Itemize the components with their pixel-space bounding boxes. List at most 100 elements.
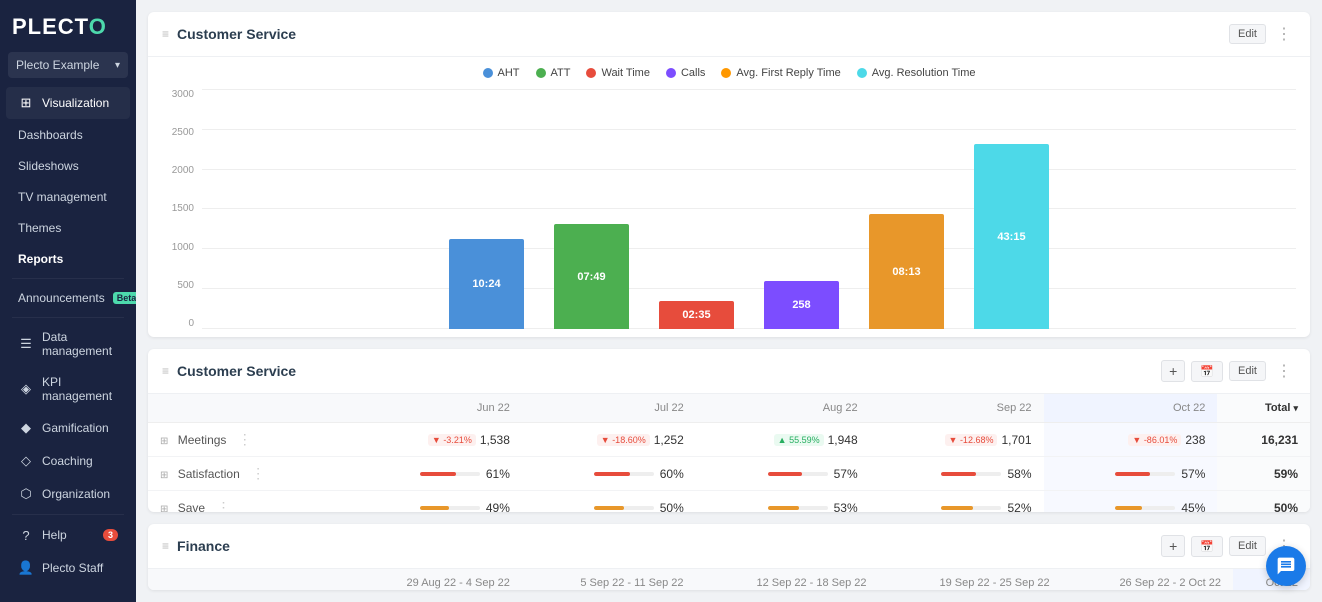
sidebar-item-data-management[interactable]: ☰ Data management (6, 322, 130, 366)
chart-container: AHT ATT Wait Time Calls Avg. First Reply… (148, 57, 1310, 337)
finance-calendar-button[interactable]: 📅 (1191, 536, 1223, 557)
y-axis: 3000 2500 2000 1500 1000 500 0 (162, 89, 200, 329)
legend-att: ATT (536, 67, 571, 79)
y-500: 500 (162, 280, 194, 291)
aht-label: AHT (498, 67, 520, 79)
finance-col-2: 5 Sep 22 - 11 Sep 22 (522, 569, 696, 590)
themes-label: Themes (18, 221, 61, 235)
sidebar-item-organization[interactable]: ⬡ Organization (6, 478, 130, 510)
sidebar-item-tv-management[interactable]: TV management (6, 182, 130, 212)
expand-satisfaction[interactable]: ⊞ (160, 470, 168, 481)
divider (12, 278, 124, 279)
data-mgmt-label: Data management (42, 330, 118, 358)
cell-save-jun: 49% (348, 491, 522, 513)
table-widget-title: Customer Service (177, 363, 1161, 379)
wait-label: Wait Time (601, 67, 650, 79)
main-content: ≡ Customer Service Edit ⋮ AHT ATT (136, 0, 1322, 602)
workspace-selector[interactable]: Plecto Example ▾ (8, 52, 128, 78)
chart-edit-button[interactable]: Edit (1229, 24, 1266, 44)
row-actions-meetings[interactable]: ⋮ (238, 431, 252, 447)
sidebar-item-dashboards[interactable]: Dashboards (6, 120, 130, 150)
cell-meetings-jul: ▼ -18.60% 1,252 (522, 423, 696, 457)
dashboards-label: Dashboards (18, 128, 83, 142)
logo-area: PLECTO (0, 0, 136, 48)
sidebar-item-themes[interactable]: Themes (6, 213, 130, 243)
sidebar-item-slideshows[interactable]: Slideshows (6, 151, 130, 181)
drag-handle-icon-3[interactable]: ≡ (162, 539, 169, 553)
drag-handle-icon-2[interactable]: ≡ (162, 364, 169, 378)
table-edit-button[interactable]: Edit (1229, 361, 1266, 381)
table-add-button[interactable]: + (1161, 360, 1185, 382)
grid-line (202, 129, 1296, 130)
bar-save-aug (768, 506, 800, 510)
legend-aht: AHT (483, 67, 520, 79)
cell-satisfaction-jun: 61% (348, 457, 522, 491)
finance-edit-button[interactable]: Edit (1229, 536, 1266, 556)
sidebar-item-announcements[interactable]: Announcements Beta (6, 283, 130, 313)
logo: PLECTO (12, 14, 107, 40)
beta-badge: Beta (113, 292, 136, 304)
sidebar-item-coaching[interactable]: ◇ Coaching (6, 445, 130, 477)
expand-meetings[interactable]: ⊞ (160, 436, 168, 447)
table-more-icon[interactable]: ⋮ (1272, 359, 1296, 383)
cell-save-sep: 52% (870, 491, 1044, 513)
legend-calls: Calls (666, 67, 705, 79)
coaching-label: Coaching (42, 454, 93, 468)
row-satisfaction: ⊞ Satisfaction ⋮ 61% (148, 457, 1310, 491)
chat-bubble[interactable] (1266, 546, 1306, 586)
sidebar-item-kpi-management[interactable]: ◈ KPI management (6, 367, 130, 411)
sidebar-item-visualization[interactable]: ⊞ Visualization (6, 87, 130, 119)
chat-icon (1276, 556, 1296, 576)
legend-avg-reply: Avg. First Reply Time (721, 67, 840, 79)
row-label-satisfaction: ⊞ Satisfaction ⋮ (148, 457, 348, 491)
bar-save-oct (1115, 506, 1142, 510)
chart-widget-actions: Edit ⋮ (1229, 22, 1296, 46)
cell-satisfaction-sep: 58% (870, 457, 1044, 491)
aht-bar: 10:24 (449, 239, 524, 329)
chart-widget: ≡ Customer Service Edit ⋮ AHT ATT (148, 12, 1310, 337)
y-2000: 2000 (162, 165, 194, 176)
sidebar-item-plecto-staff[interactable]: 👤 Plecto Staff (6, 552, 130, 584)
col-jun: Jun 22 (348, 394, 522, 423)
sidebar-item-label: Visualization (42, 96, 109, 110)
drag-handle-icon[interactable]: ≡ (162, 27, 169, 41)
finance-widget: ≡ Finance + 📅 Edit ⋮ 29 Aug 22 - 4 Sep 2… (148, 524, 1310, 590)
calls-bar: 258 (764, 281, 839, 329)
first-reply-bar: 08:13 (869, 214, 944, 329)
gamification-icon: ◆ (18, 420, 34, 436)
expand-save[interactable]: ⊞ (160, 504, 168, 512)
divider2 (12, 317, 124, 318)
table-widget-header: ≡ Customer Service + 📅 Edit ⋮ (148, 349, 1310, 394)
customer-service-table: Jun 22 Jul 22 Aug 22 Sep 22 Oct 22 Total… (148, 394, 1310, 512)
table-calendar-button[interactable]: 📅 (1191, 361, 1223, 382)
resolution-label: Avg. Resolution Time (872, 67, 976, 79)
legend-resolution: Avg. Resolution Time (857, 67, 976, 79)
sidebar-item-gamification[interactable]: ◆ Gamification (6, 412, 130, 444)
trend-meetings-sep: ▼ -12.68% (945, 434, 998, 446)
help-badge: 3 (103, 529, 118, 541)
col-oct: Oct 22 (1044, 394, 1218, 423)
cell-satisfaction-aug: 57% (696, 457, 870, 491)
cell-meetings-aug: ▲ 55.59% 1,948 (696, 423, 870, 457)
cell-meetings-sep: ▼ -12.68% 1,701 (870, 423, 1044, 457)
plecto-staff-label: Plecto Staff (42, 561, 103, 575)
row-save: ⊞ Save ⋮ 49% (148, 491, 1310, 513)
row-actions-save[interactable]: ⋮ (216, 499, 230, 512)
calls-dot (666, 68, 676, 78)
cell-save-total: 50% (1217, 491, 1310, 513)
bar-satisfaction-sep (941, 472, 976, 476)
gamification-label: Gamification (42, 421, 109, 435)
sidebar-item-help[interactable]: ? Help 3 (6, 519, 130, 551)
finance-add-button[interactable]: + (1161, 535, 1185, 557)
chart-more-icon[interactable]: ⋮ (1272, 22, 1296, 46)
y-1500: 1500 (162, 203, 194, 214)
y-2500: 2500 (162, 127, 194, 138)
row-actions-satisfaction[interactable]: ⋮ (251, 465, 265, 481)
att-label: ATT (551, 67, 571, 79)
col-total: Total ▾ (1217, 394, 1310, 423)
cell-satisfaction-total: 59% (1217, 457, 1310, 491)
chevron-down-icon: ▾ (115, 60, 120, 71)
row-label-save: ⊞ Save ⋮ (148, 491, 348, 513)
finance-table: 29 Aug 22 - 4 Sep 22 5 Sep 22 - 11 Sep 2… (148, 569, 1310, 590)
sidebar-item-reports[interactable]: Reports (6, 244, 130, 274)
